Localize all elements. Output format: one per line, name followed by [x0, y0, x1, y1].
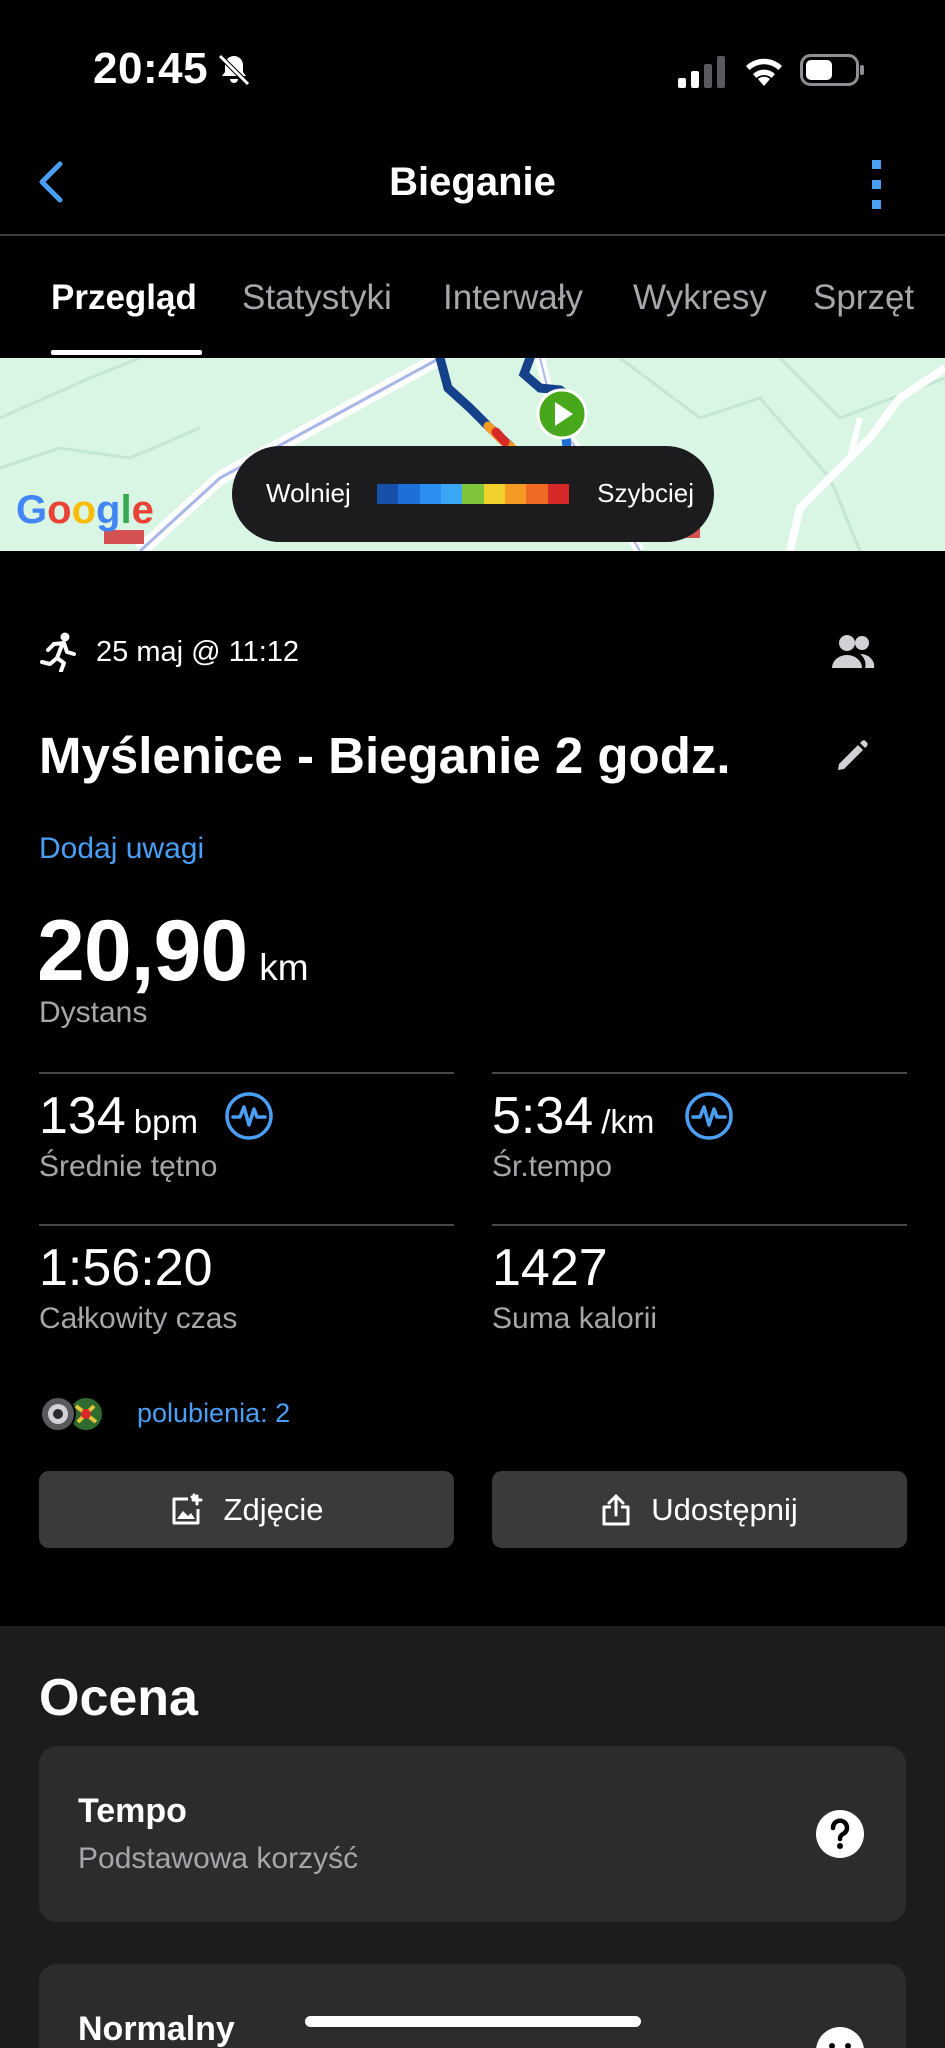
- more-options-icon[interactable]: [862, 158, 892, 214]
- tab-charts[interactable]: Wykresy: [633, 278, 767, 318]
- add-photo-icon: [172, 1493, 203, 1524]
- calories-label: Suma kalorii: [492, 1302, 658, 1335]
- share-icon: [602, 1494, 630, 1525]
- home-indicator: [305, 2016, 641, 2027]
- card-title: Tempo: [78, 1792, 187, 1830]
- distance-label: Dystans: [39, 996, 148, 1029]
- divider: [39, 1224, 454, 1226]
- signal-icon: [678, 56, 725, 88]
- distance-unit: km: [259, 947, 309, 988]
- distance-value: 20,90 km: [37, 902, 309, 1001]
- speed-color-scale: [377, 484, 569, 504]
- battery-icon: [800, 54, 864, 86]
- wifi-icon: [746, 58, 782, 86]
- tab-intervals[interactable]: Interwały: [443, 278, 583, 318]
- legend-color-segment: [440, 484, 463, 504]
- page-title: Bieganie: [389, 160, 556, 204]
- group-icon[interactable]: [830, 634, 876, 670]
- legend-color-segment: [547, 484, 569, 504]
- total-time-value: 1:56:20: [39, 1239, 213, 1297]
- legend-color-segment: [398, 484, 420, 504]
- heart-rate-unit: bpm: [133, 1103, 198, 1140]
- legend-color-segment: [419, 484, 441, 504]
- distance-number: 20,90: [37, 903, 248, 999]
- heart-rate-label: Średnie tętno: [39, 1150, 218, 1183]
- rating-heading: Ocena: [39, 1669, 198, 1727]
- legend-color-segment: [462, 484, 484, 504]
- tab-statistics[interactable]: Statystyki: [242, 278, 392, 318]
- add-notes-link[interactable]: Dodaj uwagi: [39, 832, 204, 866]
- rating-section: Ocena Tempo Podstawowa korzyść Normalny: [0, 1626, 945, 2048]
- google-logo: Google: [16, 488, 154, 532]
- activity-title: Myślenice - Bieganie 2 godz.: [39, 727, 731, 784]
- bell-off-icon: [218, 54, 250, 86]
- face-icon: [816, 2027, 864, 2048]
- legend-color-segment: [526, 484, 548, 504]
- activity-date: 25 maj @ 11:12: [96, 635, 300, 668]
- card-title: Normalny: [78, 2010, 235, 2048]
- pace-value: 5:34: [492, 1087, 594, 1145]
- pace-stat: 5:34/km: [492, 1086, 654, 1146]
- add-photo-button[interactable]: Zdjęcie: [39, 1471, 454, 1548]
- heart-rate-value: 134: [39, 1087, 126, 1145]
- legend-fast-label: Szybciej: [597, 478, 694, 508]
- training-effect-card[interactable]: Tempo Podstawowa korzyść: [39, 1746, 906, 1922]
- share-label: Udostępnij: [651, 1491, 798, 1527]
- liker-avatars[interactable]: [38, 1394, 106, 1434]
- running-icon: [40, 632, 76, 672]
- pace-label: Śr.tempo: [492, 1150, 613, 1183]
- divider: [492, 1072, 907, 1074]
- speed-legend: Wolniej Szybciej: [232, 446, 714, 542]
- status-time: 20:45: [93, 44, 209, 93]
- divider: [39, 1072, 454, 1074]
- divider: [492, 1224, 907, 1226]
- legend-slow-label: Wolniej: [266, 478, 351, 508]
- calories-stat: 1427: [492, 1238, 608, 1298]
- legend-color-segment: [377, 484, 399, 504]
- likes-count-link[interactable]: polubienia: 2: [137, 1398, 290, 1429]
- legend-color-segment: [483, 484, 505, 504]
- tab-bar: Przegląd Statystyki Interwały Wykresy Sp…: [0, 238, 945, 358]
- pencil-icon[interactable]: [834, 738, 870, 774]
- total-time-label: Całkowity czas: [39, 1302, 238, 1335]
- activity-meta: 25 maj @ 11:12: [40, 630, 299, 674]
- share-button[interactable]: Udostępnij: [492, 1471, 907, 1548]
- route-map[interactable]: Google Wolniej Szybciej: [0, 358, 945, 551]
- tab-overview[interactable]: Przegląd: [51, 278, 197, 318]
- tab-gear[interactable]: Sprzęt: [813, 278, 914, 318]
- pace-unit: /km: [601, 1103, 655, 1140]
- active-tab-indicator: [51, 350, 202, 355]
- help-icon[interactable]: [815, 1809, 865, 1859]
- intensity-card[interactable]: Normalny: [39, 1964, 906, 2048]
- pace-chart-icon[interactable]: [684, 1091, 734, 1141]
- status-bar: 20:45: [0, 0, 945, 130]
- total-time-stat: 1:56:20: [39, 1238, 213, 1298]
- heart-rate-chart-icon[interactable]: [224, 1091, 274, 1141]
- navigation-bar: Bieganie: [0, 130, 945, 236]
- legend-color-segment: [504, 484, 527, 504]
- add-photo-label: Zdjęcie: [223, 1491, 324, 1527]
- heart-rate-stat: 134 bpm: [39, 1086, 198, 1146]
- card-subtitle: Podstawowa korzyść: [78, 1842, 359, 1875]
- calories-value: 1427: [492, 1239, 608, 1297]
